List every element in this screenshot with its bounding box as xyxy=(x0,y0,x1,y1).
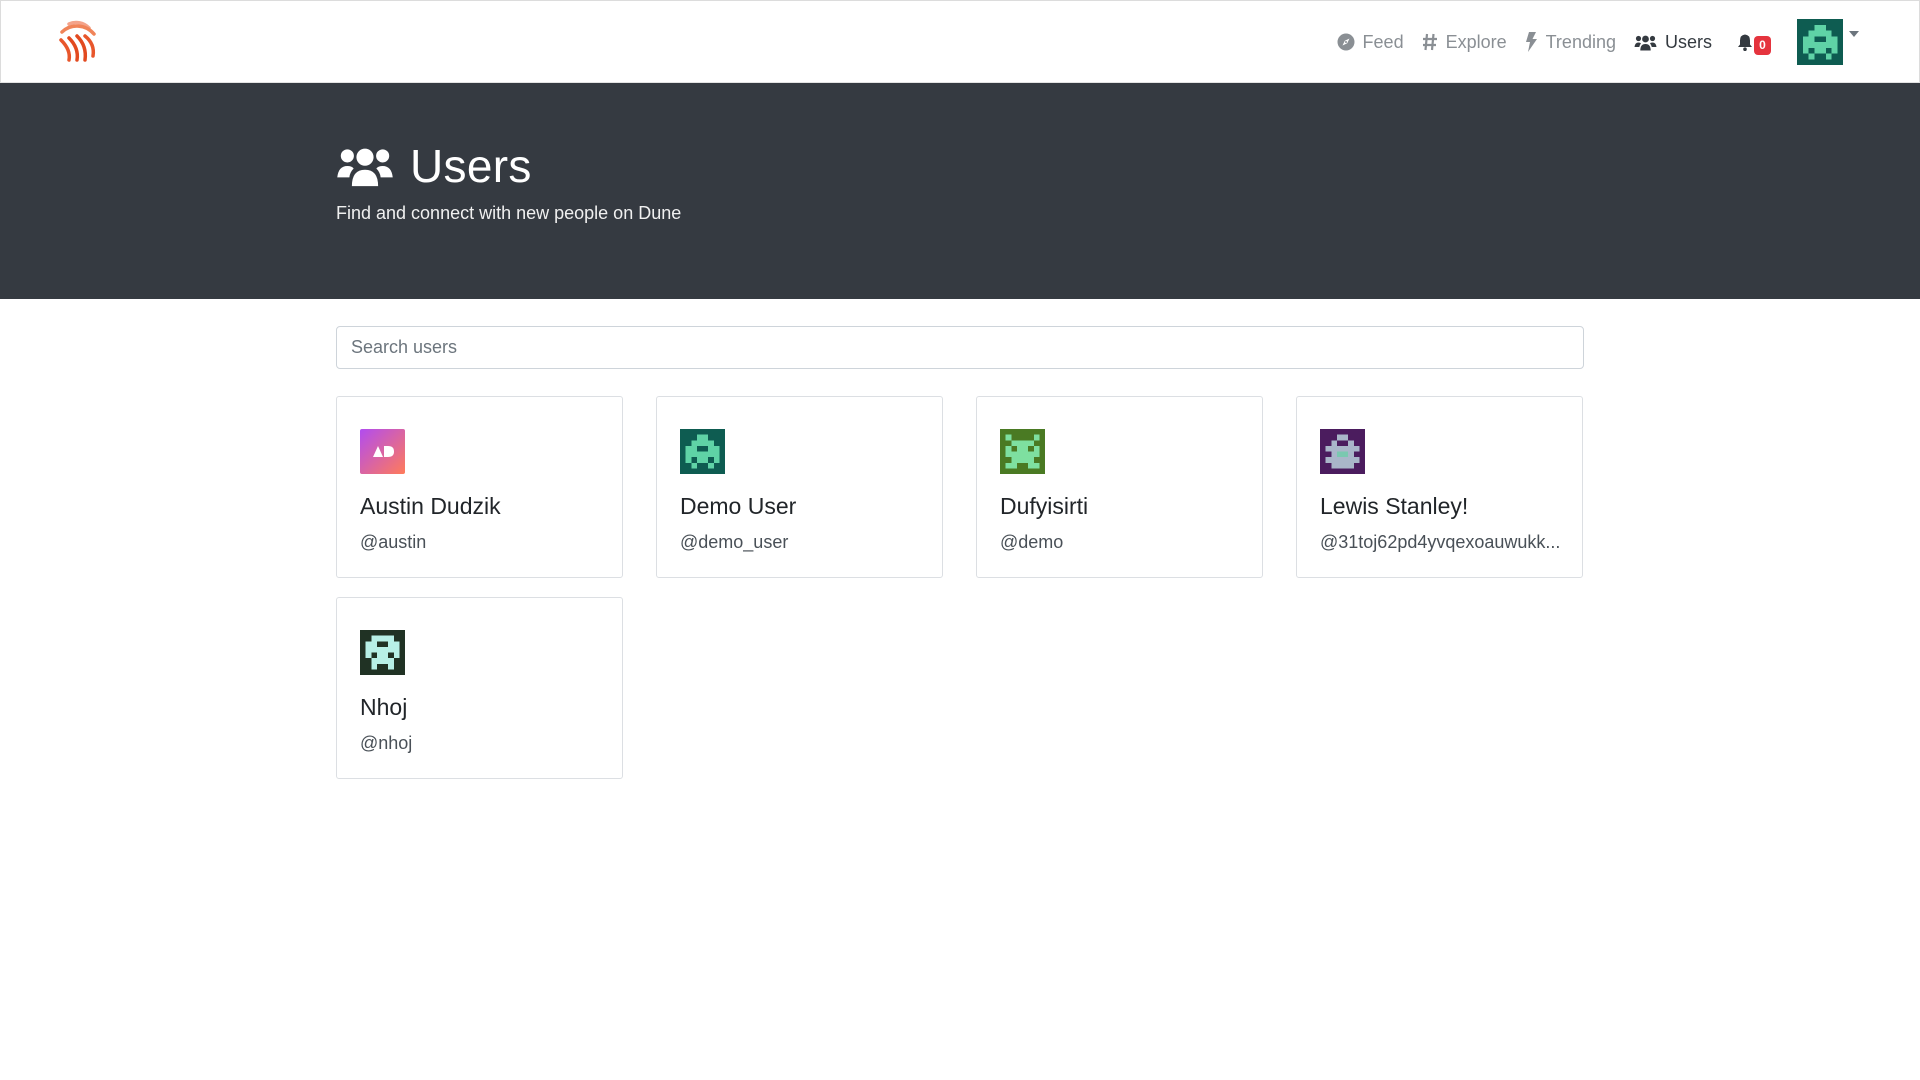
bell-icon xyxy=(1738,34,1752,51)
page-title-text: Users xyxy=(410,140,532,192)
user-handle: @demo xyxy=(1000,532,1064,552)
avatar xyxy=(1797,19,1843,65)
user-menu-button[interactable] xyxy=(1797,19,1859,65)
nav-link-label: Explore xyxy=(1445,31,1507,52)
user-name: Dufyisirti xyxy=(1000,493,1089,519)
page-title: Users xyxy=(336,139,532,193)
user-handle: @demo_user xyxy=(680,532,789,552)
page-subtitle: Find and connect with new people on Dune xyxy=(336,203,682,223)
nav-link-feed[interactable]: Feed xyxy=(1328,32,1413,53)
nav-link-label: Trending xyxy=(1545,31,1616,52)
users-icon xyxy=(337,148,393,187)
user-grid: Austin Dudzik @austin Demo User @demo_us… xyxy=(336,396,1584,779)
nav-link-explore[interactable]: Explore xyxy=(1413,32,1516,53)
user-handle: @31toj62pd4yvqexoauwukk... xyxy=(1320,532,1561,552)
dune-logo-icon[interactable] xyxy=(55,20,101,66)
nav-link-trending[interactable]: Trending xyxy=(1516,32,1625,53)
avatar xyxy=(1320,429,1365,474)
user-card[interactable]: Dufyisirti @demo xyxy=(976,396,1263,578)
avatar xyxy=(1000,429,1045,474)
user-name: Lewis Stanley! xyxy=(1320,493,1469,519)
bolt-icon xyxy=(1525,32,1537,52)
nav-links: Feed Explore Trending Users 0 xyxy=(1328,19,1859,65)
user-card[interactable]: Lewis Stanley! @31toj62pd4yvqexoauwukk..… xyxy=(1296,396,1583,578)
nav-link-label: Feed xyxy=(1362,31,1404,52)
notification-count-badge: 0 xyxy=(1754,35,1771,55)
avatar xyxy=(360,630,405,675)
user-card[interactable]: Nhoj @nhoj xyxy=(336,597,623,779)
avatar xyxy=(360,429,405,474)
user-handle: @nhoj xyxy=(360,733,413,753)
hashtag-icon xyxy=(1422,33,1437,51)
page-header: Users Find and connect with new people o… xyxy=(0,83,1920,299)
search-input[interactable] xyxy=(336,326,1584,369)
user-name: Demo User xyxy=(680,493,797,519)
user-handle: @austin xyxy=(360,532,427,552)
user-name: Austin Dudzik xyxy=(360,493,501,519)
chevron-down-icon xyxy=(1849,31,1859,37)
compass-icon xyxy=(1337,33,1355,51)
top-navbar: Feed Explore Trending Users 0 xyxy=(0,0,1920,83)
avatar xyxy=(680,429,725,474)
nav-link-label: Users xyxy=(1664,31,1712,52)
users-icon xyxy=(1634,35,1657,50)
user-name: Nhoj xyxy=(360,694,408,720)
notifications-button[interactable]: 0 xyxy=(1721,30,1781,55)
nav-link-users[interactable]: Users xyxy=(1625,32,1721,53)
user-card[interactable]: Demo User @demo_user xyxy=(656,396,943,578)
user-card[interactable]: Austin Dudzik @austin xyxy=(336,396,623,578)
